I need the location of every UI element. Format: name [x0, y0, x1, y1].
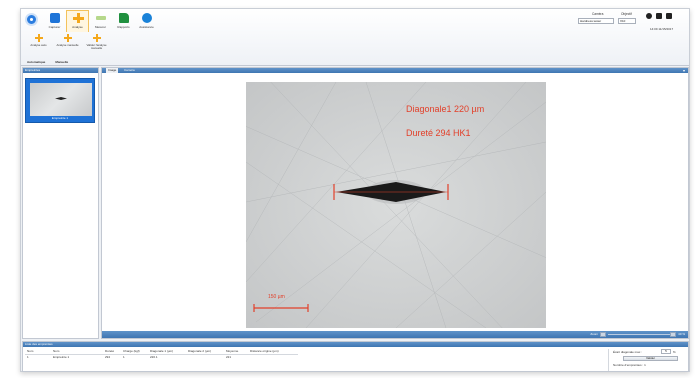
- crosshair-icon: [92, 34, 101, 42]
- zoom-bar: Zoom 40 %: [102, 331, 688, 338]
- indent-count: Nombre d'empreintes : 1: [613, 363, 646, 367]
- cell-diag1: 220.1: [150, 354, 158, 359]
- button-label: Analyse auto: [30, 43, 47, 47]
- validate-button[interactable]: Valider: [623, 356, 678, 361]
- button-label: Analyse manuelle: [56, 43, 79, 47]
- report-icon: [118, 13, 129, 23]
- camera-label: Caméra: [592, 12, 604, 16]
- diagonal-check: Écart diagonale max : 5 % Valider Nombre…: [608, 349, 686, 371]
- cell-num: 1: [27, 354, 29, 359]
- app-logo-icon[interactable]: [25, 13, 38, 26]
- cell-diag2: [186, 354, 224, 359]
- tab-mesurer[interactable]: Mesurer: [89, 10, 112, 32]
- zoom-slider[interactable]: [608, 334, 670, 335]
- tab-assistance[interactable]: Assistance: [135, 10, 158, 32]
- cell-mean: 221: [226, 354, 232, 359]
- indents-list: Liste des empreintes Num Nom Dureté Char…: [22, 341, 689, 372]
- zoom-label: Zoom: [590, 332, 598, 336]
- info-icon[interactable]: [646, 13, 652, 19]
- cell-hardness: 294: [105, 354, 111, 359]
- indent-mark-icon: [55, 97, 67, 100]
- tab-analyse[interactable]: Analyse: [66, 10, 89, 32]
- scale-bar-label: 150 µm: [268, 294, 285, 300]
- validate-manual-button[interactable]: Valider l'analyse manuelle: [83, 33, 110, 55]
- indents-panel: Empreintes Empreinte 1: [22, 67, 99, 339]
- cell-name: Empreinte 1: [53, 354, 70, 359]
- device-settings: Caméra Hardness tester Objectif X10 14:0…: [574, 12, 684, 38]
- ribbon-tabs: Capturer Analyse Mesurer Rapports Assist…: [43, 10, 158, 32]
- tab-rapports[interactable]: Rapports: [112, 10, 135, 32]
- thumbnail-label: Empreinte 1: [51, 116, 69, 120]
- tab-label: Analyse: [72, 25, 83, 29]
- crosshair-icon: [63, 34, 72, 42]
- auto-analysis-button[interactable]: Analyse auto: [25, 33, 52, 55]
- ribbon: Capturer Analyse Mesurer Rapports Assist…: [21, 9, 689, 66]
- crosshair-icon: [34, 34, 43, 42]
- manual-analysis-button[interactable]: Analyse manuelle: [54, 33, 81, 55]
- window-icon[interactable]: [656, 13, 662, 19]
- tab-camera[interactable]: Caméra: [122, 68, 137, 73]
- ruler-icon: [95, 16, 106, 20]
- indent-thumbnail[interactable]: Empreinte 1: [25, 78, 95, 123]
- table-row[interactable]: 1 Empreinte 1 294 1 220.1 221: [25, 354, 298, 359]
- app-window: Capturer Analyse Mesurer Rapports Assist…: [20, 8, 690, 372]
- pin-icon[interactable]: ▾: [683, 68, 685, 73]
- objective-label: Objectif: [621, 12, 632, 16]
- micrograph-surface: [246, 82, 546, 328]
- image-view: Image Caméra ▾ Diagonale1 220 µm Dureté …: [101, 67, 689, 339]
- indents-table: Num Nom Dureté Charge (kgf) Diagonale 1 …: [25, 349, 298, 359]
- crosshair-icon: [72, 13, 84, 23]
- zoom-out-button[interactable]: [600, 332, 606, 337]
- thumbnail-image: [30, 83, 92, 116]
- hardness-annotation: Dureté 294 HK1: [406, 128, 471, 138]
- zoom-value: 40 %: [678, 332, 685, 336]
- ecart-input[interactable]: 5: [661, 349, 671, 354]
- cell-distance: [248, 354, 298, 359]
- tab-label: Capturer: [48, 25, 61, 29]
- cell-load: 1: [123, 354, 125, 359]
- group-label-auto: Automatique: [27, 60, 46, 64]
- tab-label: Assistance: [139, 25, 154, 29]
- camera-select[interactable]: Hardness tester: [578, 18, 614, 24]
- tab-capturer[interactable]: Capturer: [43, 10, 66, 32]
- panel-title: Empreintes: [23, 68, 98, 73]
- close-icon[interactable]: [666, 13, 672, 19]
- datetime: 14:09 11/15/2017: [650, 27, 674, 31]
- micrograph-image[interactable]: Diagonale1 220 µm Dureté 294 HK1 150 µm: [246, 82, 546, 328]
- ribbon-group-labels: Automatique Manuelle: [27, 60, 68, 64]
- list-title: Liste des empreintes: [23, 342, 688, 347]
- button-label: Valider l'analyse manuelle: [86, 43, 107, 51]
- zoom-in-button[interactable]: [670, 332, 676, 337]
- tab-image[interactable]: Image: [106, 68, 119, 73]
- objective-select[interactable]: X10: [618, 18, 636, 24]
- ecart-unit: %: [673, 350, 676, 354]
- tab-label: Mesurer: [94, 25, 106, 29]
- ecart-label: Écart diagonale max :: [613, 350, 643, 354]
- group-label-manual: Manuelle: [55, 60, 69, 64]
- help-bubble-icon: [141, 13, 152, 23]
- diagonal-annotation: Diagonale1 220 µm: [406, 104, 485, 114]
- tab-label: Rapports: [117, 25, 130, 29]
- camera-icon: [49, 13, 60, 23]
- view-tabs: Image Caméra ▾: [102, 68, 688, 73]
